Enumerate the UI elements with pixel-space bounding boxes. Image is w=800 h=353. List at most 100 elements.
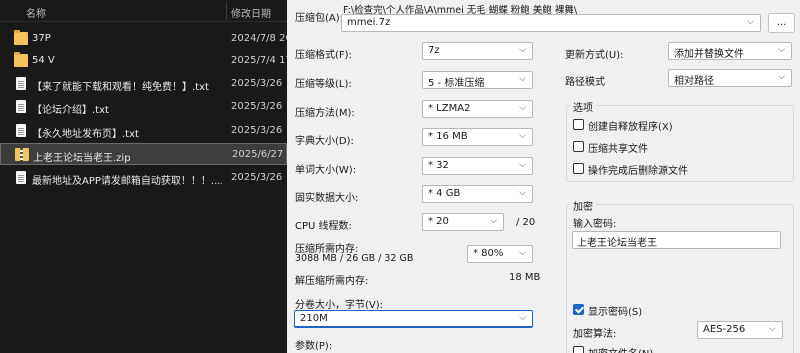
level-combo[interactable]: 5 - 标准压缩 ⌵ <box>422 71 533 89</box>
password-label: 输入密码: <box>573 219 617 230</box>
column-header-date[interactable]: 修改日期 <box>231 5 271 20</box>
threads-label: CPU 线程数: <box>295 221 352 232</box>
split-size-combo[interactable]: 210M ⌵ <box>294 310 533 328</box>
chevron-down-icon[interactable]: ⌵ <box>519 313 526 323</box>
chevron-down-icon[interactable]: ⌵ <box>519 160 526 170</box>
path-mode-value: 相对路径 <box>674 76 714 87</box>
file-name: 54 V <box>32 55 55 66</box>
file-name: 37P <box>32 33 51 44</box>
solid-combo[interactable]: * 4 GB ⌵ <box>422 185 533 203</box>
folder-icon <box>14 52 28 67</box>
text-file-icon <box>16 100 26 113</box>
sfx-label[interactable]: 创建自释放程序(X) <box>588 118 673 133</box>
file-name: 上老王论坛当老王.zip <box>33 153 131 164</box>
shared-files-checkbox[interactable] <box>573 141 584 152</box>
update-mode-label: 更新方式(U): <box>565 50 624 61</box>
show-password-label[interactable]: 显示密码(S) <box>588 303 642 318</box>
level-value: 5 - 标准压缩 <box>428 78 485 89</box>
method-label: 压缩方法(M): <box>295 108 355 119</box>
file-row-txt-3[interactable]: 【永久地址发布页】.txt 2025/3/26 <box>0 120 287 142</box>
chevron-down-icon[interactable]: ⌵ <box>519 188 526 198</box>
chevron-down-icon[interactable]: ⌵ <box>519 248 526 258</box>
word-combo[interactable]: * 32 ⌵ <box>422 157 533 175</box>
file-row-txt-1[interactable]: 【来了就能下载和观看！纯免费！】.txt 2025/3/26 <box>0 73 287 95</box>
encryption-method-value: AES-256 <box>703 324 746 335</box>
zip-file-icon <box>15 148 29 161</box>
memory-detail: 3088 MB / 26 GB / 32 GB <box>295 253 414 264</box>
password-input[interactable]: 上老王论坛当老王 <box>572 231 781 249</box>
delete-after-label[interactable]: 操作完成后删除源文件 <box>588 162 688 177</box>
sfx-checkbox[interactable] <box>573 119 584 130</box>
path-mode-combo[interactable]: 相对路径 ⌵ <box>668 69 792 87</box>
update-mode-combo[interactable]: 添加并替换文件 ⌵ <box>668 42 792 60</box>
add-to-archive-dialog: 压缩包(A): F:\检查完\个人作品\A\mmei 无毛 蝴蝶 粉鲍 美鲍 裸… <box>287 0 800 353</box>
archive-name-combo[interactable]: mmei.7z ⌵ <box>341 14 761 32</box>
solid-label: 固实数据大小: <box>295 193 359 204</box>
split-label: 分卷大小，字节(V): <box>295 300 384 311</box>
encrypt-filenames-label[interactable]: 加密文件名(N) <box>588 345 653 353</box>
file-row-txt-2[interactable]: 【论坛介绍】.txt 2025/3/26 <box>0 96 287 118</box>
file-row-txt-4[interactable]: 最新地址及APP请发邮箱自动获取！！！.... 2025/3/26 <box>0 167 287 189</box>
column-separator[interactable] <box>226 2 227 20</box>
encryption-method-label: 加密算法: <box>573 329 617 340</box>
decompress-memory-value: 18 MB <box>509 272 541 283</box>
format-value: 7z <box>428 45 440 56</box>
dict-label: 字典大小(D): <box>295 136 354 147</box>
threads-max: / 20 <box>516 217 536 228</box>
format-label: 压缩格式(F): <box>295 50 352 61</box>
chevron-down-icon[interactable]: ⌵ <box>519 131 526 141</box>
browse-button[interactable]: ... <box>768 13 795 33</box>
file-date: 2025/3/26 <box>231 78 283 89</box>
encryption-group-title: 加密 <box>570 198 596 213</box>
file-date: 2024/7/8 20 <box>231 33 287 44</box>
dict-value: * 16 MB <box>428 131 468 142</box>
file-list-header: 名称 修改日期 <box>0 0 287 22</box>
options-group-title: 选项 <box>570 99 596 114</box>
file-name: 【论坛介绍】.txt <box>32 105 109 116</box>
format-combo[interactable]: 7z ⌵ <box>422 42 533 60</box>
chevron-down-icon[interactable]: ⌵ <box>519 45 526 55</box>
chevron-down-icon[interactable]: ⌵ <box>769 324 776 334</box>
file-date: 2025/3/26 <box>231 125 283 136</box>
solid-value: * 4 GB <box>428 188 461 199</box>
delete-after-checkbox[interactable] <box>573 163 584 174</box>
dict-combo[interactable]: * 16 MB ⌵ <box>422 128 533 146</box>
file-name: 最新地址及APP请发邮箱自动获取！！！.... <box>32 176 222 187</box>
chevron-down-icon[interactable]: ⌵ <box>519 74 526 84</box>
memory-value: * 80% <box>473 248 504 259</box>
file-row-zip-selected[interactable]: 上老王论坛当老王.zip 2025/6/27 <box>0 143 287 165</box>
file-explorer: 名称 修改日期 37P 2024/7/8 20 54 V 2025/7/4 17… <box>0 0 287 353</box>
folder-icon <box>14 30 28 45</box>
threads-value: * 20 <box>428 216 449 227</box>
file-date: 2025/6/27 <box>232 149 284 160</box>
file-date: 2025/7/4 17 <box>231 55 287 66</box>
chevron-down-icon[interactable]: ⌵ <box>778 72 785 82</box>
path-mode-label: 路径模式 <box>565 77 605 88</box>
params-label: 参数(P): <box>295 341 333 352</box>
file-name: 【来了就能下载和观看！纯免费！】.txt <box>32 82 209 93</box>
file-row-folder-37p[interactable]: 37P 2024/7/8 20 <box>0 28 287 50</box>
memory-combo[interactable]: * 80% ⌵ <box>467 245 533 263</box>
chevron-down-icon[interactable]: ⌵ <box>747 17 754 27</box>
shared-files-label[interactable]: 压缩共享文件 <box>588 140 648 155</box>
chevron-down-icon[interactable]: ⌵ <box>490 216 497 226</box>
archive-name-value: mmei.7z <box>347 17 391 28</box>
split-size-value: 210M <box>300 313 328 324</box>
chevron-down-icon[interactable]: ⌵ <box>519 103 526 113</box>
encryption-method-combo[interactable]: AES-256 ⌵ <box>697 321 783 339</box>
file-row-folder-54v[interactable]: 54 V 2025/7/4 17 <box>0 50 287 72</box>
file-date: 2025/3/26 <box>231 172 283 183</box>
update-mode-value: 添加并替换文件 <box>674 49 744 60</box>
show-password-checkbox[interactable] <box>573 304 584 315</box>
text-file-icon <box>16 77 26 90</box>
decompress-memory-label: 解压缩所需内存: <box>295 276 369 287</box>
encrypt-filenames-checkbox[interactable] <box>573 346 584 353</box>
level-label: 压缩等级(L): <box>295 79 352 90</box>
file-name: 【永久地址发布页】.txt <box>32 129 139 140</box>
word-label: 单词大小(W): <box>295 165 357 176</box>
threads-combo[interactable]: * 20 ⌵ <box>422 213 504 231</box>
column-header-name[interactable]: 名称 <box>26 5 46 20</box>
method-combo[interactable]: * LZMA2 ⌵ <box>422 100 533 118</box>
text-file-icon <box>16 171 26 184</box>
chevron-down-icon[interactable]: ⌵ <box>778 45 785 55</box>
